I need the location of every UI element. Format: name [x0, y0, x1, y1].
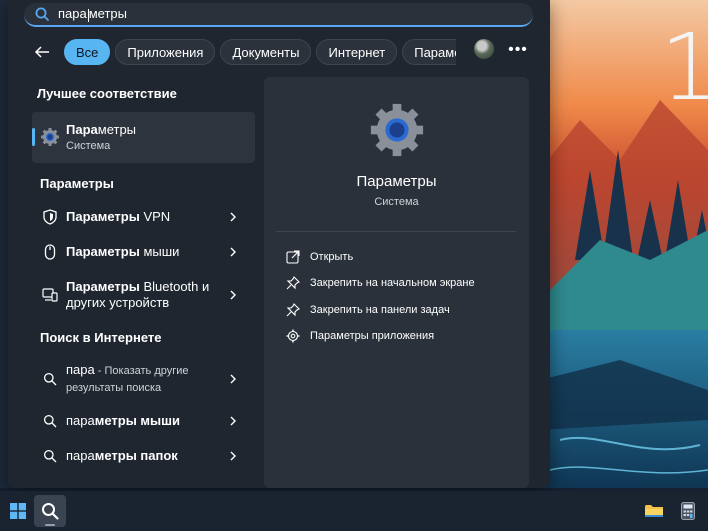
- devices-icon: [42, 287, 58, 303]
- more-options-button[interactable]: •••: [506, 38, 530, 62]
- search-icon: [42, 503, 59, 520]
- filter-chip-settings[interactable]: Параме: [402, 39, 457, 65]
- pin-icon: [286, 276, 300, 290]
- pin-to-taskbar-action[interactable]: Закрепить на панели задач: [286, 303, 450, 317]
- chevron-right-icon: [230, 212, 236, 222]
- chevron-right-icon: [230, 290, 236, 300]
- filter-chip-documents[interactable]: Документы: [220, 39, 312, 65]
- settings-mouse-label: Параметры мыши: [66, 244, 180, 259]
- web-result-label: параметры папок: [66, 448, 178, 463]
- best-match-heading: Лучшее соответствие: [37, 86, 177, 101]
- web-result-label: параметры мыши: [66, 413, 180, 428]
- search-value: пара метры: [58, 6, 127, 22]
- web-result-item[interactable]: пара - Показать другие результаты поиска: [32, 362, 255, 396]
- settings-bluetooth-item[interactable]: Параметры Bluetooth и других устройств: [32, 278, 255, 312]
- open-action[interactable]: Открыть: [286, 250, 353, 264]
- windows-logo-icon: [10, 503, 26, 519]
- best-match-name: Параметры: [66, 122, 137, 137]
- chevron-right-icon: [230, 247, 236, 257]
- settings-mouse-item[interactable]: Параметры мыши: [32, 243, 255, 261]
- preview-pane: Параметры Система Открыть Закрепить на н…: [264, 77, 529, 488]
- settings-app-icon: [370, 103, 424, 157]
- best-match-item[interactable]: Параметры Система: [32, 112, 255, 163]
- search-icon: [35, 7, 49, 21]
- app-settings-label: Параметры приложения: [310, 330, 435, 342]
- web-result-item[interactable]: параметры мыши: [32, 412, 255, 430]
- avatar[interactable]: [474, 39, 494, 59]
- preview-title: Параметры: [356, 173, 437, 190]
- pin-to-taskbar-label: Закрепить на панели задач: [310, 304, 450, 316]
- pin-to-start-label: Закрепить на начальном экране: [310, 277, 475, 289]
- calculator-button[interactable]: [672, 495, 704, 527]
- pin-to-start-action[interactable]: Закрепить на начальном экране: [286, 276, 475, 290]
- calculator-icon: [681, 502, 695, 520]
- settings-heading: Параметры: [40, 176, 114, 191]
- settings-vpn-item[interactable]: Параметры VPN: [32, 208, 255, 226]
- chevron-right-icon: [230, 416, 236, 426]
- search-input[interactable]: пара метры: [24, 3, 533, 27]
- pin-icon: [286, 303, 300, 317]
- settings-bluetooth-label: Параметры Bluetooth и других устройств: [66, 279, 210, 310]
- file-explorer-button[interactable]: [638, 495, 670, 527]
- chevron-right-icon: [230, 451, 236, 461]
- taskbar-search-button[interactable]: [34, 495, 66, 527]
- filter-chip-web[interactable]: Интернет: [316, 39, 398, 65]
- divider: [276, 231, 516, 232]
- settings-vpn-label: Параметры VPN: [66, 209, 171, 224]
- search-icon: [42, 371, 58, 387]
- folder-icon: [645, 505, 663, 517]
- chevron-right-icon: [230, 374, 236, 384]
- filter-chip-all[interactable]: Все: [64, 39, 111, 65]
- desktop-clock: 1: [660, 14, 708, 121]
- web-result-item[interactable]: параметры папок: [32, 447, 255, 465]
- settings-app-icon: [41, 128, 59, 146]
- shield-icon: [42, 209, 58, 225]
- taskbar: [0, 491, 708, 531]
- best-match-subtitle: Система: [66, 140, 111, 152]
- start-button[interactable]: [2, 495, 34, 527]
- filter-bar: Все Приложения Документы Интернет Параме…: [30, 38, 530, 66]
- web-search-heading: Поиск в Интернете: [40, 330, 162, 345]
- web-result-label: пара - Показать другие результаты поиска: [66, 362, 189, 394]
- gear-icon: [286, 329, 300, 343]
- active-indicator: [45, 524, 55, 526]
- preview-subtitle: Система: [374, 196, 419, 208]
- back-button[interactable]: [30, 40, 54, 64]
- filter-chip-apps[interactable]: Приложения: [115, 39, 216, 65]
- open-external-icon: [286, 250, 300, 264]
- selection-indicator: [32, 128, 35, 146]
- back-arrow-icon: [34, 46, 49, 58]
- open-action-label: Открыть: [310, 251, 354, 263]
- search-icon: [42, 448, 58, 464]
- app-settings-action[interactable]: Параметры приложения: [286, 329, 434, 343]
- mouse-icon: [42, 244, 58, 260]
- search-icon: [42, 413, 58, 429]
